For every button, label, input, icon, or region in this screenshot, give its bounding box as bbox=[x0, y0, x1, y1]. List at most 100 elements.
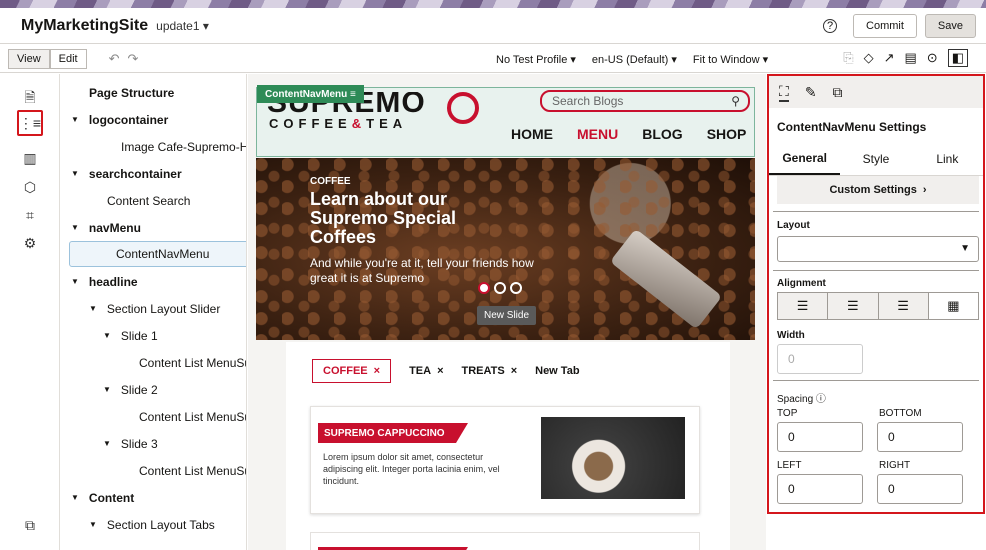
settings-icon[interactable]: ⚙ bbox=[17, 230, 43, 256]
top-input[interactable]: 0 bbox=[777, 422, 863, 452]
tree-node[interactable]: ▼ Content bbox=[61, 484, 246, 511]
bottom-input[interactable]: 0 bbox=[877, 422, 963, 452]
tree-node[interactable]: Image Cafe-Supremo-Header bbox=[61, 133, 246, 160]
tree-icon[interactable]: ⋮≡ bbox=[17, 110, 43, 136]
tree-node[interactable]: Content Search bbox=[61, 187, 246, 214]
caret-down-icon[interactable]: ▼ bbox=[103, 385, 111, 394]
copy-icon[interactable]: ⎘ bbox=[843, 50, 853, 66]
right-input[interactable]: 0 bbox=[877, 474, 963, 504]
alignment-label: Alignment bbox=[777, 278, 826, 289]
crop-icon[interactable]: ⌗ bbox=[17, 202, 43, 228]
panel-icon-tabs: ⛶ ✎ ⧉ bbox=[769, 76, 983, 108]
align-right-icon[interactable]: ☰ bbox=[878, 293, 929, 319]
tab-new[interactable]: New Tab bbox=[535, 365, 579, 377]
tree-node[interactable]: ▼ Slide 3 bbox=[61, 430, 246, 457]
caret-down-icon[interactable]: ▼ bbox=[71, 223, 79, 232]
caret-down-icon[interactable]: ▼ bbox=[71, 493, 79, 502]
tree-node[interactable]: Content List MenuSu bbox=[61, 457, 246, 484]
caret-down-icon[interactable]: ▼ bbox=[71, 277, 79, 286]
custom-settings-button[interactable]: Custom Settings › bbox=[777, 176, 979, 204]
tree-node[interactable]: ▼ headline bbox=[61, 268, 246, 295]
test-profile-dropdown[interactable]: No Test Profile ▾ bbox=[496, 53, 576, 66]
tree-node[interactable]: Content List MenuSu bbox=[61, 403, 246, 430]
caret-down-icon[interactable]: ▼ bbox=[71, 169, 79, 178]
caret-down-icon[interactable]: ▼ bbox=[89, 304, 97, 313]
tree-node[interactable]: ▼ Section Layout Tabs bbox=[61, 511, 246, 538]
left-input[interactable]: 0 bbox=[777, 474, 863, 504]
tree-node[interactable]: ▼ logocontainer bbox=[61, 106, 246, 133]
nav-shop[interactable]: SHOP bbox=[707, 126, 747, 142]
caret-down-icon[interactable]: ▼ bbox=[71, 115, 79, 124]
caret-down-icon[interactable]: ▼ bbox=[103, 331, 111, 340]
tree-node-label: headline bbox=[88, 274, 138, 289]
eraser-icon[interactable]: ◇ bbox=[864, 50, 874, 66]
align-justify-icon[interactable]: ▦ bbox=[928, 293, 978, 319]
component-settings-icon[interactable]: ⛶ bbox=[779, 83, 789, 102]
tab-link[interactable]: Link bbox=[912, 142, 983, 175]
comment-icon[interactable]: ▤ bbox=[905, 50, 917, 66]
nav-home[interactable]: HOME bbox=[511, 126, 553, 142]
site-header[interactable]: SUPREMO COFFEE&TEA ContentNavMenu ≡ Sear… bbox=[256, 85, 755, 157]
tree-node[interactable]: ▼ Slide 1 bbox=[61, 322, 246, 349]
align-left-icon[interactable]: ☰ bbox=[778, 293, 829, 319]
location-icon[interactable]: ⊙ bbox=[927, 50, 938, 66]
search-icon[interactable]: ⚲ bbox=[731, 94, 740, 108]
caret-down-icon[interactable]: ▼ bbox=[89, 520, 97, 529]
tree-node[interactable]: ▼ Slide 2 bbox=[61, 376, 246, 403]
undo-icon[interactable]: ↶ bbox=[109, 51, 128, 67]
panel-toggle-icon[interactable]: ◧ bbox=[947, 49, 968, 67]
tree-node[interactable]: ContentNavMenu bbox=[69, 241, 246, 267]
new-slide-button[interactable]: New Slide bbox=[477, 306, 537, 325]
nav-menu-item[interactable]: MENU bbox=[577, 126, 618, 142]
bottom-icon[interactable]: ⧉ bbox=[17, 512, 43, 538]
edit-button[interactable]: Edit bbox=[49, 48, 87, 69]
pages-icon[interactable]: 🗎 bbox=[17, 86, 43, 112]
slide-dot-3[interactable] bbox=[510, 282, 522, 294]
contentnavmenu-badge[interactable]: ContentNavMenu ≡ bbox=[257, 85, 364, 103]
search-input[interactable]: Search Blogs ⚲ bbox=[540, 90, 750, 112]
redo-icon[interactable]: ↷ bbox=[128, 51, 147, 67]
slide-dot-2[interactable] bbox=[494, 282, 506, 294]
content-card[interactable]: SUPREMO CAPPUCCINO Lorem ipsum dolor sit… bbox=[310, 406, 700, 514]
tree-node[interactable]: ▼ Section Layout Slider bbox=[61, 295, 246, 322]
layout-select[interactable]: ▼ bbox=[777, 236, 979, 262]
align-center-icon[interactable]: ☰ bbox=[828, 293, 879, 319]
hero-slider[interactable]: COFFEE Learn about our Supremo Special C… bbox=[256, 158, 755, 340]
slide-dot-1[interactable] bbox=[478, 282, 490, 294]
help-icon[interactable]: ? bbox=[823, 19, 838, 33]
view-button[interactable]: View bbox=[8, 48, 50, 69]
width-input[interactable]: 0 bbox=[777, 344, 863, 374]
divider bbox=[773, 380, 979, 381]
triggers-icon[interactable]: ⧉ bbox=[833, 84, 843, 101]
divider bbox=[773, 211, 979, 212]
save-button[interactable]: Save bbox=[924, 14, 976, 38]
tab-style[interactable]: Style bbox=[840, 142, 911, 175]
version-dropdown[interactable]: update1 ▾ bbox=[156, 19, 209, 33]
tree-node[interactable]: ▼ navMenu bbox=[61, 214, 246, 241]
alignment-group: ☰ ☰ ☰ ▦ bbox=[777, 292, 979, 320]
tab-tea[interactable]: TEA × bbox=[409, 365, 443, 377]
commit-button[interactable]: Commit bbox=[853, 14, 917, 38]
tree-node-label: searchcontainer bbox=[88, 166, 182, 181]
component-icon[interactable]: ⬡ bbox=[17, 174, 43, 200]
columns-icon[interactable]: ▥ bbox=[17, 145, 43, 171]
locale-dropdown[interactable]: en-US (Default) ▾ bbox=[592, 53, 677, 66]
tree-node[interactable]: Content List MenuSu bbox=[61, 349, 246, 376]
tab-coffee[interactable]: COFFEE × bbox=[312, 359, 392, 383]
open-external-icon[interactable]: ↗ bbox=[884, 50, 895, 66]
tree-node[interactable]: Page Structure bbox=[61, 79, 246, 106]
tab-treats[interactable]: TREATS × bbox=[462, 365, 518, 377]
tree-node-label: ContentNavMenu bbox=[116, 247, 210, 261]
tree-node[interactable]: ▼ searchcontainer bbox=[61, 160, 246, 187]
site-name: MyMarketingSite bbox=[21, 16, 149, 34]
edit-settings-icon[interactable]: ✎ bbox=[805, 84, 817, 101]
caret-down-icon[interactable]: ▼ bbox=[103, 439, 111, 448]
fit-dropdown[interactable]: Fit to Window ▾ bbox=[693, 53, 768, 66]
content-card-2[interactable] bbox=[310, 532, 700, 550]
title-bar: MyMarketingSite update1 ▾ ? Commit Save bbox=[0, 8, 986, 44]
width-label: Width bbox=[777, 330, 805, 341]
nav-blog[interactable]: BLOG bbox=[642, 126, 682, 142]
panel-title: ContentNavMenu Settings bbox=[777, 120, 927, 134]
tab-general[interactable]: General bbox=[769, 142, 841, 175]
top-label: TOP bbox=[777, 408, 798, 419]
